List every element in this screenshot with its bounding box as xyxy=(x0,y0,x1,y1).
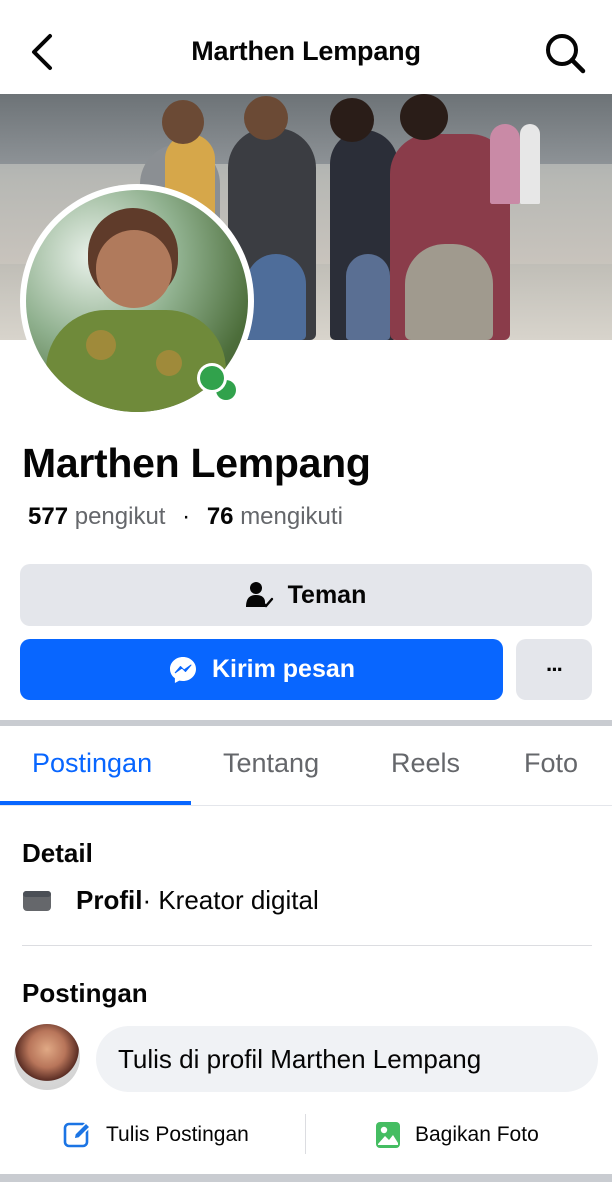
detail-profile-label: Profil xyxy=(76,884,143,915)
online-status-icon xyxy=(197,363,239,403)
messenger-icon xyxy=(169,656,196,683)
active-tab-indicator xyxy=(0,801,191,805)
followers-label[interactable]: pengikut xyxy=(75,503,166,530)
share-photo-button[interactable]: Bagikan Foto xyxy=(375,1118,539,1152)
detail-divider xyxy=(22,945,592,946)
search-icon xyxy=(546,34,586,74)
composer-avatar[interactable] xyxy=(14,1024,80,1090)
send-message-button[interactable]: Kirim pesan xyxy=(20,639,503,700)
following-label[interactable]: mengikuti xyxy=(240,503,343,530)
detail-title: Detail xyxy=(22,838,93,868)
friend-button[interactable]: Teman xyxy=(20,564,592,626)
friend-button-label: Teman xyxy=(287,580,367,609)
tab-postingan[interactable]: Postingan xyxy=(32,748,152,779)
profile-name: Marthen Lempang xyxy=(22,440,371,486)
section-divider xyxy=(0,720,612,726)
write-post-label: Tulis Postingan xyxy=(106,1123,249,1146)
search-button[interactable] xyxy=(542,30,588,76)
posts-title: Postingan xyxy=(22,978,148,1008)
share-photo-label: Bagikan Foto xyxy=(415,1123,539,1146)
section-divider-bottom xyxy=(0,1174,612,1182)
following-count[interactable]: 76 xyxy=(207,503,234,530)
edit-icon xyxy=(63,1122,91,1148)
composer-placeholder: Tulis di profil Marthen Lempang xyxy=(118,1043,482,1074)
top-bar: Marthen Lempang xyxy=(0,0,612,96)
write-post-button[interactable]: Tulis Postingan xyxy=(62,1118,249,1152)
profile-type-icon xyxy=(23,891,51,911)
detail-profile-category: · Kreator digital xyxy=(142,884,319,915)
post-composer-input[interactable]: Tulis di profil Marthen Lempang xyxy=(96,1026,598,1092)
actions-divider xyxy=(305,1114,306,1154)
followers-count[interactable]: 577 xyxy=(28,503,68,530)
profile-tabs: Postingan Tentang Reels Foto xyxy=(0,728,612,806)
photo-icon xyxy=(376,1122,400,1148)
tab-foto[interactable]: Foto xyxy=(524,748,578,779)
stats-separator: · xyxy=(182,503,191,530)
page-title: Marthen Lempang xyxy=(191,36,421,66)
tab-tentang[interactable]: Tentang xyxy=(223,748,319,779)
more-options-button[interactable]: ··· xyxy=(516,639,592,700)
detail-profile-row: Profil · Kreator digital xyxy=(22,882,319,918)
friend-check-icon xyxy=(245,582,273,608)
more-options-icon: ··· xyxy=(546,656,564,682)
follow-stats: 577 pengikut · 76 mengikuti xyxy=(28,503,343,531)
send-message-label: Kirim pesan xyxy=(211,655,356,683)
tab-reels[interactable]: Reels xyxy=(391,748,460,779)
